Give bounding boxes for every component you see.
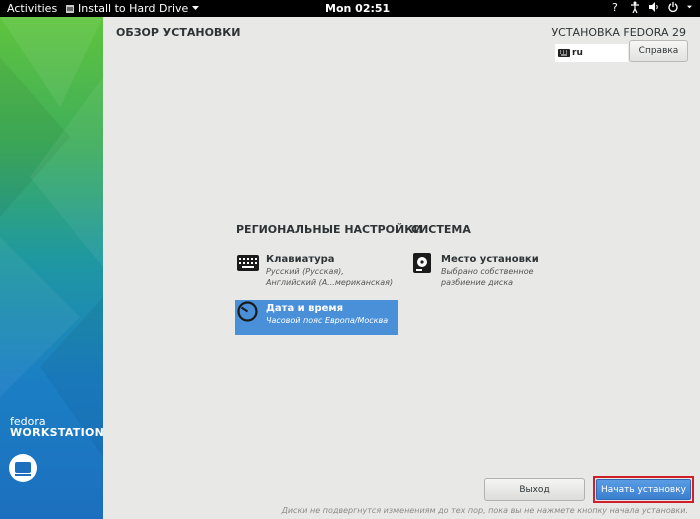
sidebar-pattern [0, 17, 103, 457]
sidebar: fedora WORKSTATION [0, 17, 103, 519]
accessibility-icon [631, 1, 639, 13]
spoke-keyboard-title: Клавиатура [266, 254, 335, 265]
begin-installation-button[interactable]: Начать установку [596, 479, 691, 500]
brand-workstation: WORKSTATION [10, 426, 103, 439]
keyboard-icon [237, 255, 259, 271]
quit-button[interactable]: Выход [484, 478, 585, 501]
spoke-keyboard-status-2: Английский (А...мериканская) [266, 278, 394, 287]
help-button[interactable]: Справка [629, 40, 688, 62]
clock[interactable]: Mon 02:51 [325, 2, 390, 15]
clock-icon [237, 301, 258, 322]
disk-icon [413, 253, 431, 273]
spoke-keyboard[interactable]: Клавиатура Русский (Русская), Английский… [235, 250, 398, 292]
page-title: ОБЗОР УСТАНОВКИ [116, 26, 241, 39]
power-icon [668, 2, 678, 13]
spoke-storage[interactable]: Место установки Выбрано собственное разб… [411, 250, 561, 292]
app-icon [66, 4, 74, 13]
begin-installation-highlight: Начать установку [593, 476, 694, 503]
spoke-datetime-status: Часовой пояс Европа/Москва [266, 316, 389, 325]
system-heading: СИСТЕМА [411, 223, 471, 236]
spoke-datetime[interactable]: Дата и время Часовой пояс Европа/Москва [235, 300, 398, 335]
top-bar: Activities Install to Hard Drive Mon 02:… [0, 0, 700, 17]
spoke-storage-title: Место установки [441, 254, 539, 265]
activities-button[interactable]: Activities [7, 2, 57, 15]
keyboard-layout-label: ru [572, 48, 583, 58]
keyboard-icon [558, 49, 570, 57]
app-menu-label: Install to Hard Drive [78, 2, 189, 15]
footer-note: Диски не подвергнутся изменениям до тех … [281, 506, 688, 515]
fedora-logo-icon [9, 454, 37, 482]
product-title: УСТАНОВКА FEDORA 29 [551, 26, 686, 39]
svg-text:?: ? [612, 1, 618, 13]
question-icon: ? [612, 1, 618, 13]
spoke-storage-status-1: Выбрано собственное [441, 267, 534, 276]
volume-icon [649, 2, 658, 12]
chevron-down-icon [192, 6, 200, 10]
app-menu[interactable]: Install to Hard Drive [66, 2, 200, 15]
spoke-keyboard-status-1: Русский (Русская), [266, 267, 344, 276]
spoke-storage-status-2: разбиение диска [441, 278, 514, 287]
system-tray[interactable]: ? [611, 1, 694, 13]
keyboard-layout-indicator[interactable]: ru [555, 44, 628, 62]
localization-heading: РЕГИОНАЛЬНЫЕ НАСТРОЙКИ [236, 223, 423, 236]
chevron-down-icon [687, 5, 692, 9]
spoke-datetime-title: Дата и время [266, 303, 344, 314]
